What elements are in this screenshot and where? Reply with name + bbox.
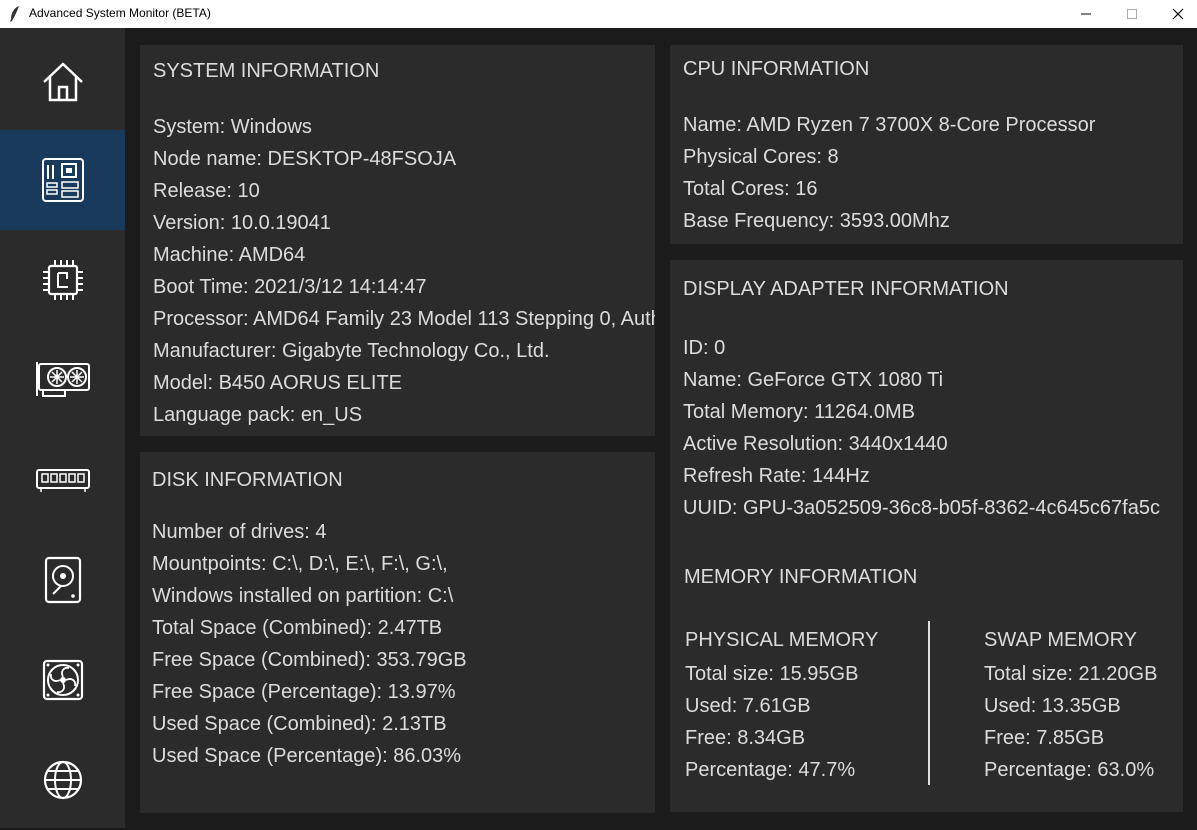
mountpoints-line: Mountpoints: C:\, D:\, E:\, F:\, G:\,: [152, 553, 448, 575]
drive-count-line: Number of drives: 4: [152, 521, 327, 543]
globe-icon: [43, 760, 82, 800]
total-space-line: Total Space (Combined): 2.47TB: [152, 617, 443, 639]
windows-partition-line: Windows installed on partition: C:\: [152, 585, 454, 607]
memory-information-panel: MEMORY INFORMATION PHYSICAL MEMORY Total…: [670, 548, 1183, 812]
physical-memory-heading: PHYSICAL MEMORY: [685, 629, 879, 651]
panel-title: MEMORY INFORMATION: [684, 566, 918, 588]
display-adapter-panel: DISPLAY ADAPTER INFORMATION ID: 0 Name: …: [670, 260, 1183, 560]
release-line: Release: 10: [153, 180, 260, 202]
sidebar-item-network[interactable]: [0, 730, 125, 830]
uuid-line: UUID: GPU-3a052509-36c8-b05f-8362-4c645c…: [683, 497, 1160, 519]
manufacturer-line: Manufacturer: Gigabyte Technology Co., L…: [153, 340, 550, 362]
sidebar: [0, 28, 125, 828]
cpu-information-panel: CPU INFORMATION Name: AMD Ryzen 7 3700X …: [670, 45, 1183, 244]
sidebar-item-ram[interactable]: [0, 430, 125, 530]
physical-free-line: Free: 8.34GB: [685, 727, 806, 749]
close-icon: [1172, 8, 1184, 20]
adapter-name-line: Name: GeForce GTX 1080 Ti: [683, 369, 944, 391]
swap-used-line: Used: 13.35GB: [984, 695, 1121, 717]
minimize-button[interactable]: [1063, 0, 1109, 28]
model-line: Model: B450 AORUS ELITE: [153, 372, 403, 394]
main-content: SYSTEM INFORMATION System: Windows Node …: [125, 28, 1197, 828]
physical-total-line: Total size: 15.95GB: [685, 663, 859, 685]
swap-total-line: Total size: 21.20GB: [984, 663, 1158, 685]
maximize-icon: [1127, 9, 1137, 19]
system-line: System: Windows: [153, 116, 312, 138]
sidebar-item-system[interactable]: [0, 130, 125, 230]
minimize-icon: [1081, 13, 1091, 15]
sidebar-item-home[interactable]: [0, 32, 125, 132]
physical-cores-line: Physical Cores: 8: [683, 146, 839, 168]
hard-drive-icon: [44, 556, 81, 604]
title-bar: Advanced System Monitor (BETA): [0, 0, 1197, 28]
maximize-button[interactable]: [1109, 0, 1155, 28]
sidebar-item-cpu[interactable]: [0, 230, 125, 330]
column-divider: [928, 621, 930, 785]
free-space-line: Free Space (Combined): 353.79GB: [152, 649, 467, 671]
active-resolution-line: Active Resolution: 3440x1440: [683, 433, 948, 455]
swap-free-line: Free: 7.85GB: [984, 727, 1105, 749]
sidebar-item-gpu[interactable]: [0, 330, 125, 430]
used-percentage-line: Used Space (Percentage): 86.03%: [152, 745, 462, 767]
system-information-panel: SYSTEM INFORMATION System: Windows Node …: [140, 45, 655, 436]
close-button[interactable]: [1155, 0, 1197, 28]
panel-title: CPU INFORMATION: [683, 58, 870, 80]
cpu-icon: [42, 260, 83, 300]
used-space-line: Used Space (Combined): 2.13TB: [152, 713, 447, 735]
sidebar-item-disk[interactable]: [0, 530, 125, 630]
swap-memory-heading: SWAP MEMORY: [984, 629, 1137, 651]
node-name-line: Node name: DESKTOP-48FSOJA: [153, 148, 457, 170]
gpu-icon: [35, 362, 90, 397]
language-pack-line: Language pack: en_US: [153, 404, 363, 426]
machine-line: Machine: AMD64: [153, 244, 306, 266]
physical-percentage-line: Percentage: 47.7%: [685, 759, 856, 781]
swap-percentage-line: Percentage: 63.0%: [984, 759, 1155, 781]
panel-title: SYSTEM INFORMATION: [153, 60, 380, 82]
window-title: Advanced System Monitor (BETA): [29, 6, 211, 20]
version-line: Version: 10.0.19041: [153, 212, 331, 234]
cpu-name-line: Name: AMD Ryzen 7 3700X 8-Core Processor: [683, 114, 1096, 136]
panel-title: DISPLAY ADAPTER INFORMATION: [683, 278, 1009, 300]
physical-used-line: Used: 7.61GB: [685, 695, 811, 717]
refresh-rate-line: Refresh Rate: 144Hz: [683, 465, 870, 487]
motherboard-icon: [41, 158, 84, 202]
adapter-id-line: ID: 0: [683, 337, 726, 359]
total-memory-line: Total Memory: 11264.0MB: [683, 401, 915, 423]
free-percentage-line: Free Space (Percentage): 13.97%: [152, 681, 456, 703]
fan-icon: [42, 659, 83, 701]
processor-line: Processor: AMD64 Family 23 Model 113 Ste…: [153, 308, 655, 330]
boot-time-line: Boot Time: 2021/3/12 14:14:47: [153, 276, 427, 298]
disk-information-panel: DISK INFORMATION Number of drives: 4 Mou…: [140, 452, 655, 813]
feather-icon: [8, 5, 22, 23]
sidebar-item-cooling[interactable]: [0, 630, 125, 730]
total-cores-line: Total Cores: 16: [683, 178, 818, 200]
base-frequency-line: Base Frequency: 3593.00Mhz: [683, 210, 950, 232]
ram-icon: [35, 469, 90, 492]
panel-title: DISK INFORMATION: [152, 469, 343, 491]
home-icon: [42, 62, 83, 102]
